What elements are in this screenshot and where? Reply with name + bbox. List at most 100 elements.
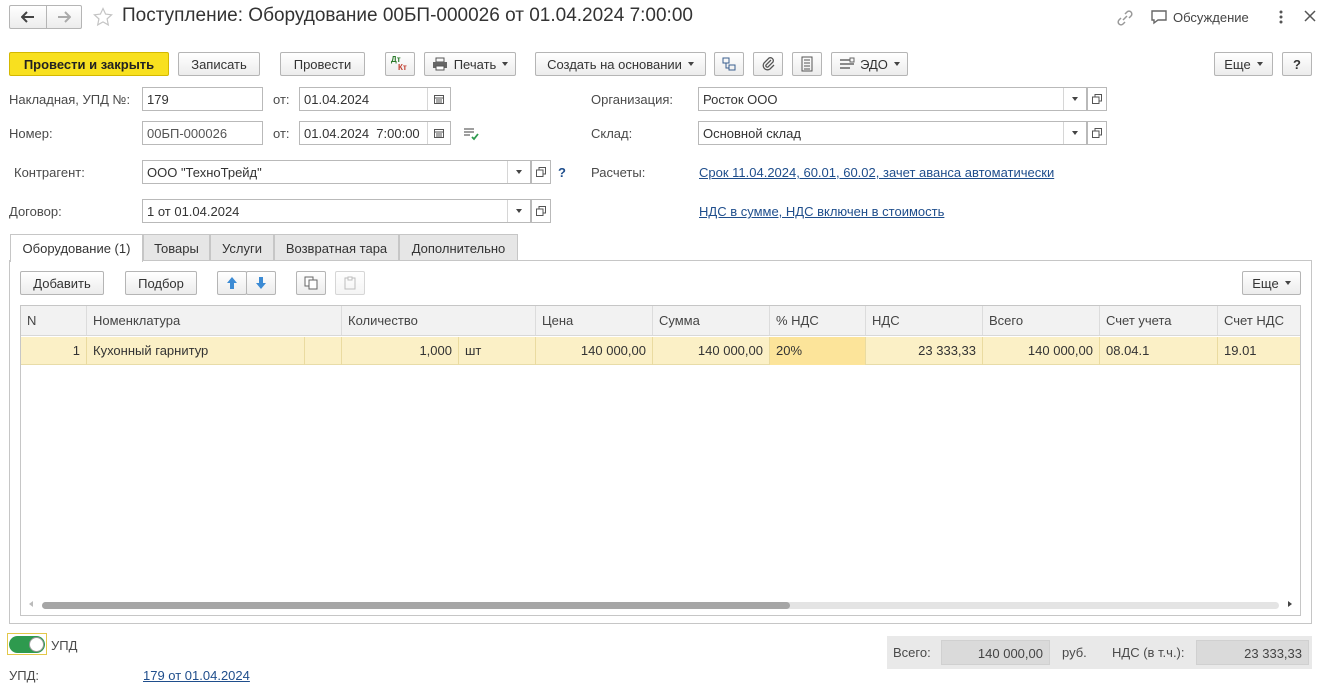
number-date-field[interactable]: 01.04.2024 7:00:00 xyxy=(299,121,451,145)
structure-button[interactable] xyxy=(714,52,744,76)
scroll-left-icon[interactable] xyxy=(29,601,33,607)
number-value: 00БП-000026 xyxy=(147,125,228,141)
cell-total[interactable]: 140 000,00 xyxy=(983,337,1100,365)
upd-link[interactable]: 179 от 01.04.2024 xyxy=(143,668,250,683)
column-header-vat[interactable]: НДС xyxy=(866,306,983,335)
attach-button[interactable] xyxy=(753,52,783,76)
report-button[interactable] xyxy=(792,52,822,76)
more-button[interactable]: Еще xyxy=(1214,52,1273,76)
organization-field[interactable]: Росток ООО xyxy=(698,87,1087,111)
column-header-quantity[interactable]: Количество xyxy=(342,306,536,335)
chevron-down-icon[interactable] xyxy=(507,161,530,183)
tab-goods[interactable]: Товары xyxy=(143,234,210,261)
open-warehouse-button[interactable] xyxy=(1087,121,1107,145)
table-row[interactable]: 1 Кухонный гарнитур 1,000 шт 140 000,00 … xyxy=(21,337,1300,365)
link-icon[interactable] xyxy=(1116,9,1134,30)
cell-nomenclature[interactable]: Кухонный гарнитур xyxy=(87,337,305,365)
vat-mode-link[interactable]: НДС в сумме, НДС включен в стоимость xyxy=(699,204,944,219)
post-and-close-button[interactable]: Провести и закрыть xyxy=(9,52,169,76)
column-header-nomenclature[interactable]: Номенклатура xyxy=(87,306,342,335)
move-down-button[interactable] xyxy=(246,271,276,295)
counterparty-value: ООО "ТехноТрейд" xyxy=(147,164,262,180)
forward-button[interactable] xyxy=(46,5,82,29)
kebab-menu-icon[interactable] xyxy=(1278,9,1284,28)
horizontal-scrollbar[interactable] xyxy=(42,602,1279,609)
discussion-button[interactable]: Обсуждение xyxy=(1150,9,1249,25)
column-header-price[interactable]: Цена xyxy=(536,306,653,335)
help-mark-icon[interactable]: ? xyxy=(558,165,566,180)
cell-account[interactable]: 08.04.1 xyxy=(1100,337,1218,365)
cell-n[interactable]: 1 xyxy=(21,337,87,365)
chevron-down-icon[interactable] xyxy=(1063,88,1086,110)
post-status-icon[interactable] xyxy=(463,127,479,144)
help-button[interactable]: ? xyxy=(1282,52,1312,76)
column-header-vat-rate[interactable]: % НДС xyxy=(770,306,866,335)
create-based-on-button[interactable]: Создать на основании xyxy=(535,52,706,76)
warehouse-value: Основной склад xyxy=(703,125,801,141)
invoice-date-field[interactable]: 01.04.2024 xyxy=(299,87,451,111)
column-header-total[interactable]: Всего xyxy=(983,306,1100,335)
warehouse-field[interactable]: Основной склад xyxy=(698,121,1087,145)
chevron-down-icon xyxy=(502,62,509,66)
scroll-right-icon[interactable] xyxy=(1288,601,1292,607)
close-icon[interactable] xyxy=(1304,10,1316,25)
column-header-vat-account[interactable]: Счет НДС xyxy=(1218,306,1300,335)
tab-equipment[interactable]: Оборудование (1) xyxy=(10,234,143,262)
edo-button[interactable]: ЭДО xyxy=(831,52,908,76)
move-up-button[interactable] xyxy=(217,271,247,295)
open-icon xyxy=(1092,128,1102,138)
upd-toggle[interactable] xyxy=(7,633,47,655)
tab-additional[interactable]: Дополнительно xyxy=(399,234,518,261)
open-counterparty-button[interactable] xyxy=(531,160,551,184)
table-more-button[interactable]: Еще xyxy=(1242,271,1301,295)
copy-row-button[interactable] xyxy=(296,271,326,295)
number-label: Номер: xyxy=(9,126,53,141)
back-button[interactable] xyxy=(9,5,47,29)
column-header-sum[interactable]: Сумма xyxy=(653,306,770,335)
calendar-icon[interactable] xyxy=(427,88,450,110)
document-icon xyxy=(801,56,813,72)
calendar-icon[interactable] xyxy=(427,122,450,144)
cell-vat-rate[interactable]: 20% xyxy=(770,337,866,365)
settlements-link[interactable]: Срок 11.04.2024, 60.01, 60.02, зачет ава… xyxy=(699,165,1054,180)
open-organization-button[interactable] xyxy=(1087,87,1107,111)
counterparty-field[interactable]: ООО "ТехноТрейд" xyxy=(142,160,531,184)
favorite-star-icon[interactable] xyxy=(93,7,113,30)
cell-vat-account[interactable]: 19.01 xyxy=(1218,337,1300,365)
tab-services[interactable]: Услуги xyxy=(210,234,274,261)
total-label: Всего: xyxy=(893,645,931,660)
chevron-down-icon xyxy=(1256,62,1263,66)
cell-quantity[interactable]: 1,000 xyxy=(342,337,459,365)
organization-label: Организация: xyxy=(591,92,674,107)
contract-field[interactable]: 1 от 01.04.2024 xyxy=(142,199,531,223)
scrollbar-thumb[interactable] xyxy=(42,602,790,609)
dt-kt-icon: Дт Кт xyxy=(391,56,409,72)
cell-price[interactable]: 140 000,00 xyxy=(536,337,653,365)
invoice-number-field[interactable]: 179 xyxy=(142,87,263,111)
chevron-down-icon[interactable] xyxy=(507,200,530,222)
column-header-n[interactable]: N xyxy=(21,306,87,335)
cell-sum[interactable]: 140 000,00 xyxy=(653,337,770,365)
tab-returnable-containers[interactable]: Возвратная тара xyxy=(274,234,399,261)
settlements-label: Расчеты: xyxy=(591,165,646,180)
number-field[interactable]: 00БП-000026 xyxy=(142,121,263,145)
print-button[interactable]: Печать xyxy=(424,52,516,76)
chevron-down-icon xyxy=(687,62,694,66)
save-button[interactable]: Записать xyxy=(178,52,260,76)
cell-unit[interactable]: шт xyxy=(459,337,536,365)
add-row-button[interactable]: Добавить xyxy=(20,271,104,295)
cell-vat[interactable]: 23 333,33 xyxy=(866,337,983,365)
select-button[interactable]: Подбор xyxy=(125,271,197,295)
chevron-down-icon[interactable] xyxy=(1063,122,1086,144)
open-contract-button[interactable] xyxy=(531,199,551,223)
column-header-account[interactable]: Счет учета xyxy=(1100,306,1218,335)
cell-nomenclature-extra[interactable] xyxy=(305,337,342,365)
post-button[interactable]: Провести xyxy=(280,52,365,76)
arrow-up-icon xyxy=(227,277,237,289)
create-based-on-label: Создать на основании xyxy=(547,56,682,72)
paste-row-button[interactable] xyxy=(335,271,365,295)
paperclip-icon xyxy=(762,57,775,71)
vat-total-label: НДС (в т.ч.): xyxy=(1112,645,1185,660)
dt-kt-button[interactable]: Дт Кт xyxy=(385,52,415,76)
edo-label: ЭДО xyxy=(860,56,888,72)
